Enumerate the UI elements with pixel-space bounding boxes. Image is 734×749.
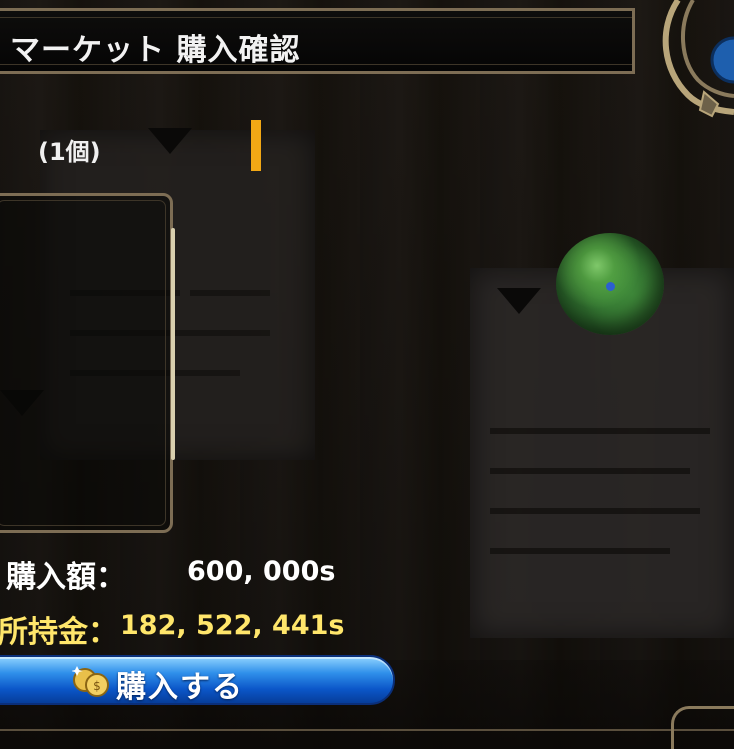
corner-ornament-bottom xyxy=(671,706,734,749)
detail-scrollbar[interactable] xyxy=(171,228,175,460)
selection-marker xyxy=(251,120,261,171)
header-bar: マーケット 購入確認 xyxy=(0,8,635,74)
bottom-divider xyxy=(0,729,734,731)
price-value: 600, 000s xyxy=(187,556,336,587)
svg-text:$: $ xyxy=(93,679,101,693)
coin-icon: $ xyxy=(72,666,109,697)
orb-sparkle xyxy=(606,282,615,291)
background-arrow xyxy=(497,288,541,314)
item-quantity: (1個) xyxy=(38,138,101,166)
buy-button-label[interactable]: 購入する xyxy=(116,662,244,706)
price-label: 購入額： xyxy=(6,560,126,595)
page-title: マーケット 購入確認 xyxy=(10,33,301,68)
money-label: 所持金： xyxy=(0,615,118,650)
item-detail-frame xyxy=(0,193,173,533)
background-arrow xyxy=(148,128,192,154)
money-value: 182, 522, 441s xyxy=(120,610,345,641)
corner-ornament-icon xyxy=(662,0,734,118)
